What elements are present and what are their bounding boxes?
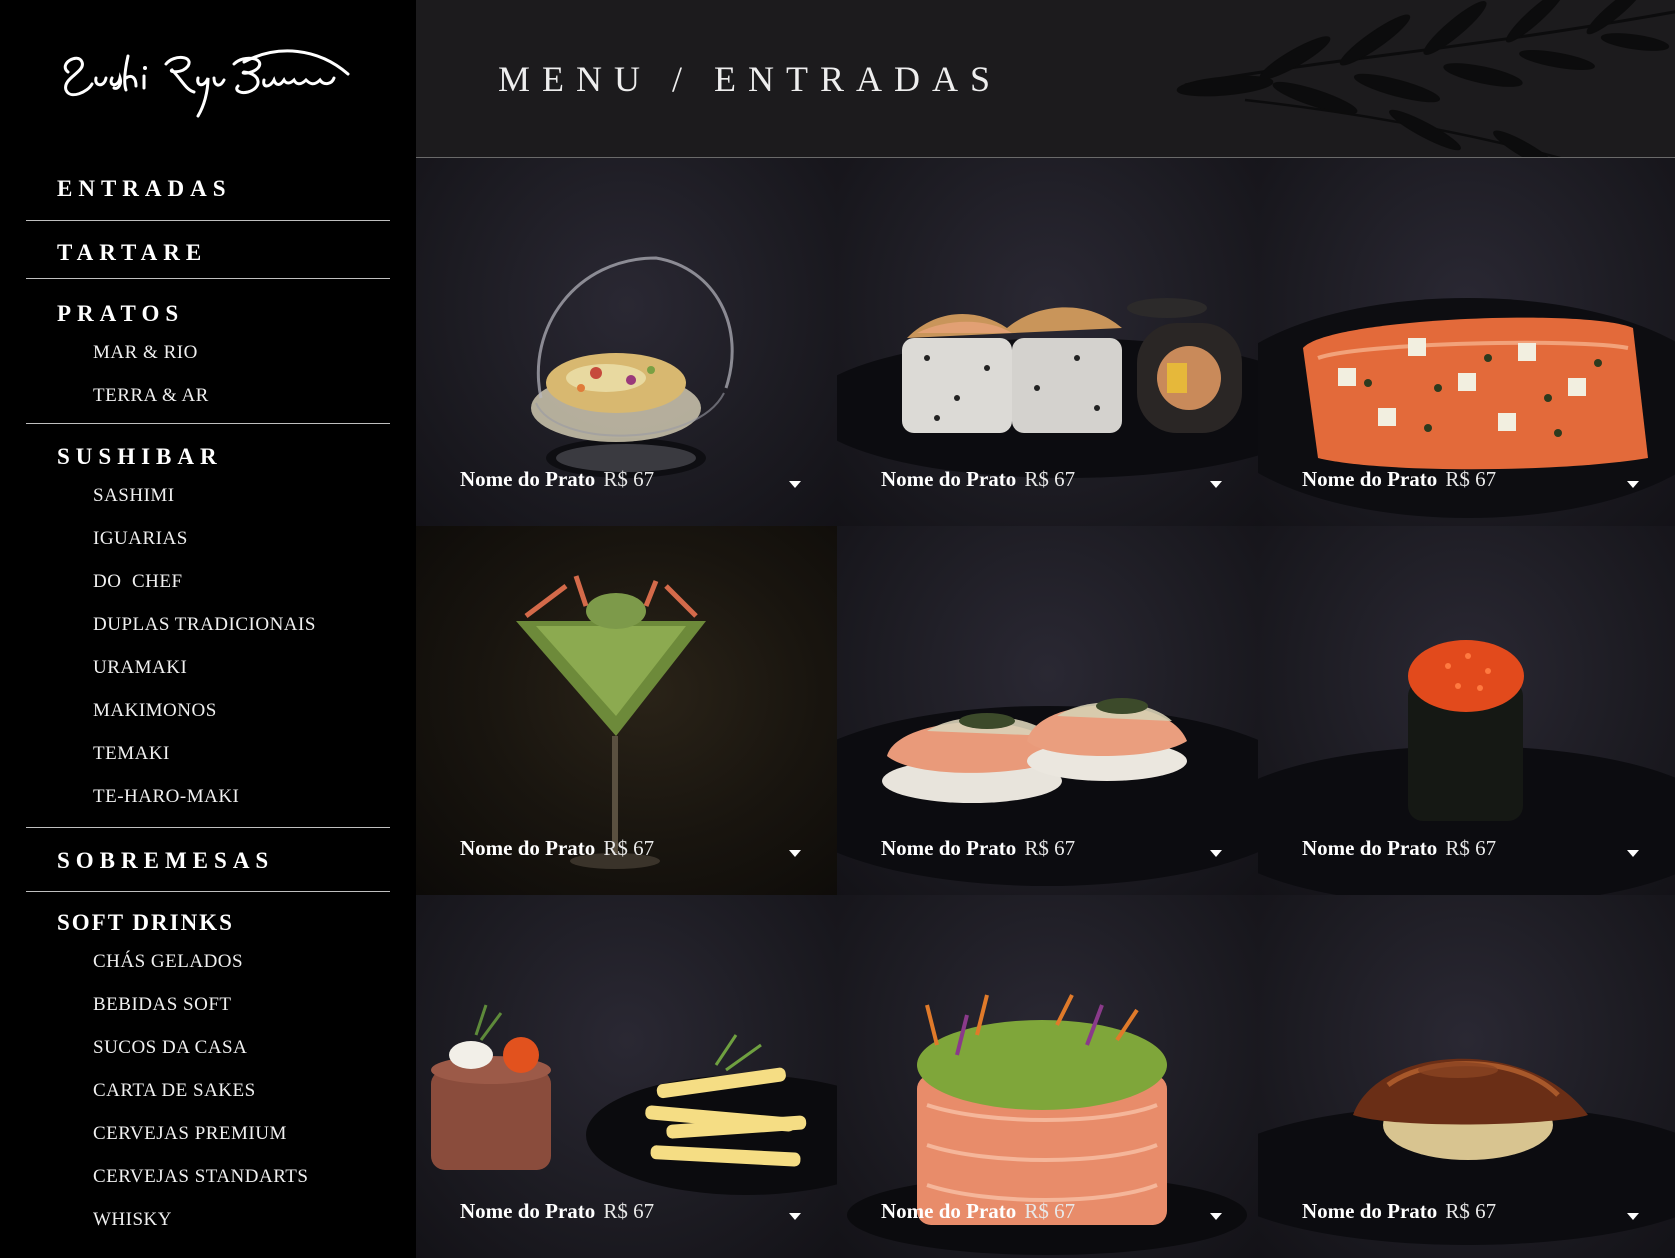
- dish-price: R$ 67: [603, 1199, 655, 1223]
- nav-section-pratos: PRATOS MAR & RIO TERRA & AR: [26, 279, 390, 424]
- dish-card[interactable]: Nome do Prato R$ 67: [416, 158, 837, 526]
- dish-caption: Nome do Prato R$ 67: [1302, 836, 1496, 861]
- dish-card[interactable]: Nome do Prato R$ 67: [1258, 526, 1675, 895]
- nav-sushibar[interactable]: SUSHIBAR: [26, 424, 390, 474]
- caret-down-icon[interactable]: [1210, 1213, 1222, 1220]
- dish-name: Nome do Prato: [460, 1199, 596, 1223]
- nav-section-sushibar: SUSHIBAR SASHIMI IGUARIAS DO CHEF DUPLAS…: [26, 424, 390, 828]
- nav-sub-uramaki[interactable]: URAMAKI: [26, 646, 390, 689]
- caret-down-icon[interactable]: [1627, 1213, 1639, 1220]
- dish-price: R$ 67: [1445, 836, 1497, 860]
- caret-down-icon[interactable]: [1210, 481, 1222, 488]
- dish-name: Nome do Prato: [881, 836, 1017, 860]
- nav-section-tartare: TARTARE: [26, 221, 390, 279]
- caret-down-icon[interactable]: [789, 481, 801, 488]
- nav-section-sobremesas: SOBREMESAS: [26, 828, 390, 892]
- dish-card[interactable]: Nome do Prato R$ 67: [416, 526, 837, 895]
- nav-sub-duplas-tradicionais[interactable]: DUPLAS TRADICIONAIS: [26, 603, 390, 646]
- dish-price: R$ 67: [1445, 467, 1497, 491]
- dish-name: Nome do Prato: [1302, 836, 1438, 860]
- nav-sub-sucos-da-casa[interactable]: SUCOS DA CASA: [26, 1026, 390, 1069]
- dish-name: Nome do Prato: [1302, 467, 1438, 491]
- caret-down-icon[interactable]: [789, 850, 801, 857]
- nav-sub-whisky[interactable]: WHISKY: [26, 1198, 390, 1241]
- dish-price: R$ 67: [1024, 836, 1076, 860]
- nav-sub-do-chef[interactable]: DO CHEF: [26, 560, 390, 603]
- nav-sub-cervejas-standarts[interactable]: CERVEJAS STANDARTS: [26, 1155, 390, 1198]
- dish-name: Nome do Prato: [1302, 1199, 1438, 1223]
- dish-grid: Nome do Prato R$ 67 Nome do Prato R$ 67: [416, 158, 1675, 1258]
- dish-name: Nome do Prato: [460, 467, 596, 491]
- breadcrumb-separator: /: [672, 59, 695, 99]
- nav-soft-drinks[interactable]: SOFT DRINKS: [26, 892, 390, 940]
- dish-caption: Nome do Prato R$ 67: [460, 1199, 654, 1224]
- dish-name: Nome do Prato: [881, 1199, 1017, 1223]
- leaf-branch-icon: [1176, 0, 1675, 157]
- dish-price: R$ 67: [1024, 467, 1076, 491]
- dish-card[interactable]: Nome do Prato R$ 67: [837, 526, 1258, 895]
- caret-down-icon[interactable]: [1210, 850, 1222, 857]
- nav-sobremesas[interactable]: SOBREMESAS: [26, 828, 390, 874]
- dish-caption: Nome do Prato R$ 67: [881, 1199, 1075, 1224]
- nav-sub-chas-gelados[interactable]: CHÁS GELADOS: [26, 940, 390, 983]
- nav-sub-te-haro-maki[interactable]: TE-HARO-MAKI: [26, 775, 390, 818]
- dish-caption: Nome do Prato R$ 67: [1302, 467, 1496, 492]
- nav-sub-makimonos[interactable]: MAKIMONOS: [26, 689, 390, 732]
- nav-sub-sashimi[interactable]: SASHIMI: [26, 474, 390, 517]
- nav-sub-terra-ar[interactable]: TERRA & AR: [26, 374, 390, 417]
- nav-sub-iguarias[interactable]: IGUARIAS: [26, 517, 390, 560]
- dish-card[interactable]: Nome do Prato R$ 67: [1258, 158, 1675, 526]
- signature-logo-icon: [63, 49, 350, 118]
- caret-down-icon[interactable]: [1627, 850, 1639, 857]
- dish-price: R$ 67: [1024, 1199, 1076, 1223]
- nav-section-soft-drinks: SOFT DRINKS CHÁS GELADOS BEBIDAS SOFT SU…: [26, 892, 390, 1241]
- nav-entradas[interactable]: ENTRADAS: [26, 158, 390, 202]
- dish-caption: Nome do Prato R$ 67: [881, 467, 1075, 492]
- dish-card[interactable]: Nome do Prato R$ 67: [837, 895, 1258, 1258]
- dish-caption: Nome do Prato R$ 67: [881, 836, 1075, 861]
- menu-app: MENU / ENTRADAS ENTRADAS TARTARE PRATOS …: [0, 0, 1675, 1258]
- nav-section-entradas: ENTRADAS: [26, 158, 390, 221]
- nav-sub-bebidas-soft[interactable]: BEBIDAS SOFT: [26, 983, 390, 1026]
- breadcrumb-root[interactable]: MENU: [498, 59, 652, 99]
- breadcrumb-current: ENTRADAS: [714, 59, 1003, 99]
- caret-down-icon[interactable]: [1627, 481, 1639, 488]
- nav-tartare[interactable]: TARTARE: [26, 221, 390, 266]
- dish-card[interactable]: Nome do Prato R$ 67: [837, 158, 1258, 526]
- dish-caption: Nome do Prato R$ 67: [460, 467, 654, 492]
- page-header: MENU / ENTRADAS: [416, 0, 1675, 158]
- breadcrumb: MENU / ENTRADAS: [498, 58, 1002, 100]
- dish-name: Nome do Prato: [881, 467, 1017, 491]
- dish-card[interactable]: Nome do Prato R$ 67: [416, 895, 837, 1258]
- dish-price: R$ 67: [603, 467, 655, 491]
- category-sidebar: ENTRADAS TARTARE PRATOS MAR & RIO TERRA …: [0, 158, 416, 1258]
- nav-sub-cervejas-premium[interactable]: CERVEJAS PREMIUM: [26, 1112, 390, 1155]
- nav-pratos[interactable]: PRATOS: [26, 279, 390, 331]
- dish-price: R$ 67: [1445, 1199, 1497, 1223]
- dish-caption: Nome do Prato R$ 67: [1302, 1199, 1496, 1224]
- nav-sub-carta-de-sakes[interactable]: CARTA DE SAKES: [26, 1069, 390, 1112]
- caret-down-icon[interactable]: [789, 1213, 801, 1220]
- logo[interactable]: [0, 0, 416, 158]
- dish-card[interactable]: Nome do Prato R$ 67: [1258, 895, 1675, 1258]
- dish-caption: Nome do Prato R$ 67: [460, 836, 654, 861]
- dish-name: Nome do Prato: [460, 836, 596, 860]
- nav-sub-mar-rio[interactable]: MAR & RIO: [26, 331, 390, 374]
- dish-price: R$ 67: [603, 836, 655, 860]
- nav-sub-temaki[interactable]: TEMAKI: [26, 732, 390, 775]
